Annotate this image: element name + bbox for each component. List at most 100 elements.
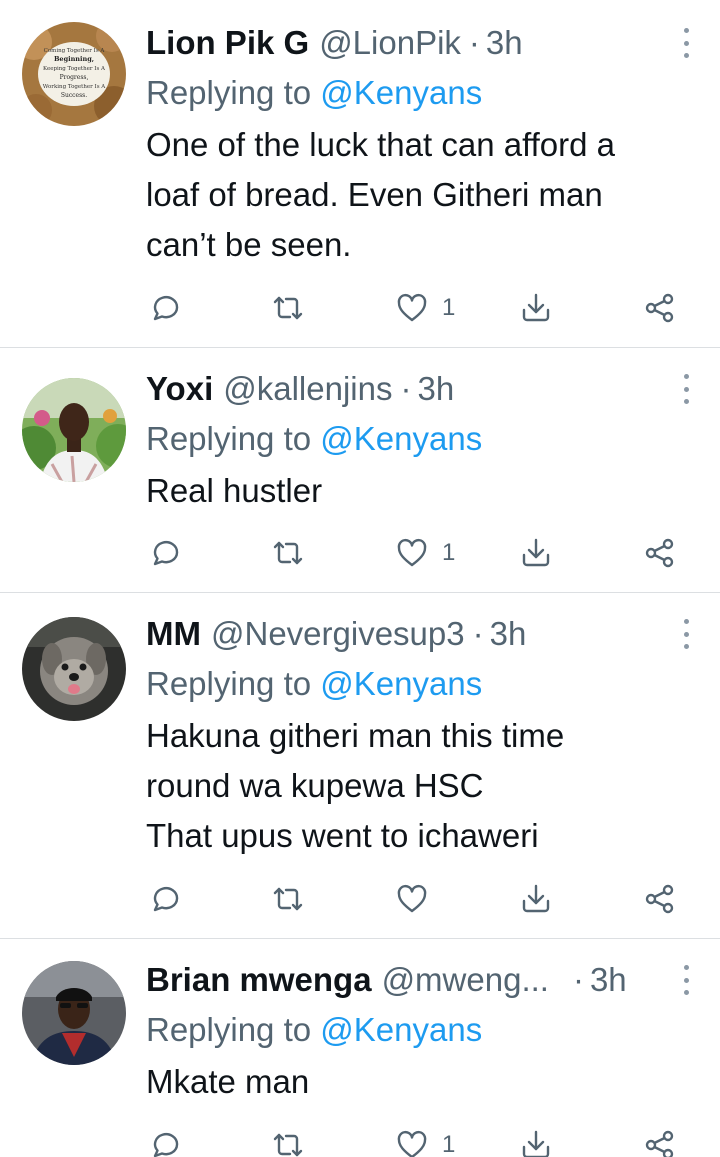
replying-to-mention[interactable]: @Kenyans bbox=[320, 1011, 482, 1048]
download-icon bbox=[522, 1130, 550, 1157]
tweet[interactable]: MM @Nevergivesup3 · 3h Replying to @Keny… bbox=[0, 593, 720, 939]
author-name[interactable]: Lion Pik G bbox=[146, 18, 309, 68]
download-icon bbox=[522, 884, 550, 913]
tweet-text: Real hustler bbox=[146, 472, 323, 509]
share-icon bbox=[645, 884, 674, 914]
download-icon bbox=[522, 293, 550, 322]
author-handle[interactable]: @kallenjins bbox=[223, 364, 392, 414]
tweet-content: MM @Nevergivesup3 · 3h Replying to @Keny… bbox=[146, 609, 690, 861]
reply-icon bbox=[153, 541, 179, 566]
replying-to-line: Replying to @Kenyans bbox=[146, 68, 690, 118]
reply-button[interactable] bbox=[148, 879, 180, 919]
avatar[interactable]: Coming Together Is A Beginning, Keeping … bbox=[22, 22, 126, 126]
separator-dot: · bbox=[468, 24, 480, 61]
share-icon bbox=[645, 1130, 674, 1157]
tweet-content: Yoxi @kallenjins · 3h Replying to @Kenya… bbox=[146, 364, 690, 516]
like-count: 1 bbox=[442, 1131, 456, 1157]
avatar-text-line: Beginning, bbox=[54, 55, 94, 63]
share-button[interactable] bbox=[644, 288, 676, 328]
tweet-actions: 1 bbox=[146, 1125, 720, 1157]
tweet-text: Hakuna githeri man this time round wa ku… bbox=[146, 717, 565, 854]
tweet-actions: 1 bbox=[146, 533, 720, 573]
tweet-text: One of the luck that can afford a loaf o… bbox=[146, 126, 616, 263]
avatar-text-line: Success. bbox=[61, 92, 87, 99]
avatar[interactable] bbox=[22, 378, 126, 482]
like-button[interactable]: 1 bbox=[396, 1125, 455, 1157]
tweet-time[interactable]: 3h bbox=[418, 364, 455, 414]
retweet-button[interactable] bbox=[272, 879, 304, 919]
avatar-text-line: Coming Together Is A bbox=[44, 48, 106, 54]
download-icon bbox=[522, 538, 550, 567]
retweet-icon bbox=[273, 1133, 303, 1157]
author-handle[interactable]: @mweng... bbox=[382, 955, 549, 1005]
author-handle[interactable]: @Nevergivesup3 bbox=[211, 609, 465, 659]
replying-to-mention[interactable]: @Kenyans bbox=[320, 420, 482, 457]
like-button[interactable]: 1 bbox=[396, 288, 455, 328]
author-handle[interactable]: @LionPik bbox=[319, 18, 461, 68]
retweet-button[interactable] bbox=[272, 288, 304, 328]
retweet-button[interactable] bbox=[272, 533, 304, 573]
author-name[interactable]: Brian mwenga bbox=[146, 955, 372, 1005]
tweet-time[interactable]: 3h bbox=[490, 609, 527, 659]
reply-button[interactable] bbox=[148, 1125, 180, 1157]
more-vertical-icon[interactable] bbox=[676, 374, 696, 404]
reply-icon bbox=[153, 887, 179, 912]
tweet-header: MM @Nevergivesup3 · 3h bbox=[146, 609, 690, 659]
tweet-content: Brian mwenga @mweng... · 3h Replying to … bbox=[146, 955, 690, 1107]
share-button[interactable] bbox=[644, 1125, 676, 1157]
download-button[interactable] bbox=[520, 533, 552, 573]
tweet-header: Yoxi @kallenjins · 3h bbox=[146, 364, 690, 414]
tweet-feed: Coming Together Is A Beginning, Keeping … bbox=[0, 0, 720, 1157]
heart-icon bbox=[397, 884, 427, 913]
retweet-button[interactable] bbox=[272, 1125, 304, 1157]
avatar-text-line: Keeping Together Is A bbox=[43, 66, 106, 72]
tweet-content: Lion Pik G @LionPik · 3h Replying to @Ke… bbox=[146, 18, 690, 270]
replying-to-label: Replying to bbox=[146, 74, 312, 111]
download-button[interactable] bbox=[520, 879, 552, 919]
separator-dot: · bbox=[472, 615, 484, 652]
replying-to-mention[interactable]: @Kenyans bbox=[320, 74, 482, 111]
heart-icon bbox=[397, 538, 427, 567]
avatar-text-line: Progress, bbox=[60, 74, 89, 81]
author-name[interactable]: Yoxi bbox=[146, 364, 213, 414]
replying-to-label: Replying to bbox=[146, 665, 312, 702]
retweet-icon bbox=[273, 887, 303, 911]
more-vertical-icon[interactable] bbox=[676, 619, 696, 649]
author-name[interactable]: MM bbox=[146, 609, 201, 659]
download-button[interactable] bbox=[520, 1125, 552, 1157]
tweet[interactable]: Yoxi @kallenjins · 3h Replying to @Kenya… bbox=[0, 348, 720, 593]
like-button[interactable]: 1 bbox=[396, 533, 455, 573]
separator-dot: · bbox=[572, 961, 584, 998]
like-count: 1 bbox=[442, 539, 456, 566]
more-vertical-icon[interactable] bbox=[676, 28, 696, 58]
replying-to-label: Replying to bbox=[146, 1011, 312, 1048]
separator-dot: · bbox=[400, 370, 412, 407]
replying-to-label: Replying to bbox=[146, 420, 312, 457]
like-count: 1 bbox=[442, 294, 456, 321]
replying-to-line: Replying to @Kenyans bbox=[146, 414, 690, 464]
tweet[interactable]: Coming Together Is A Beginning, Keeping … bbox=[0, 0, 720, 348]
avatar[interactable] bbox=[22, 961, 126, 1065]
replying-to-line: Replying to @Kenyans bbox=[146, 659, 690, 709]
share-button[interactable] bbox=[644, 533, 676, 573]
reply-button[interactable] bbox=[148, 533, 180, 573]
avatar[interactable] bbox=[22, 617, 126, 721]
reply-button[interactable] bbox=[148, 288, 180, 328]
retweet-icon bbox=[273, 296, 303, 320]
more-vertical-icon[interactable] bbox=[676, 965, 696, 995]
tweet-time[interactable]: 3h bbox=[590, 955, 627, 1005]
tweet[interactable]: Brian mwenga @mweng... · 3h Replying to … bbox=[0, 939, 720, 1157]
tweet-text: Mkate man bbox=[146, 1063, 310, 1100]
tweet-header: Brian mwenga @mweng... · 3h bbox=[146, 955, 690, 1005]
reply-icon bbox=[153, 296, 179, 321]
share-icon bbox=[645, 293, 674, 323]
download-button[interactable] bbox=[520, 288, 552, 328]
tweet-actions bbox=[146, 879, 720, 919]
replying-to-mention[interactable]: @Kenyans bbox=[320, 665, 482, 702]
retweet-icon bbox=[273, 541, 303, 565]
like-button[interactable] bbox=[396, 879, 442, 919]
replying-to-line: Replying to @Kenyans bbox=[146, 1005, 690, 1055]
tweet-time[interactable]: 3h bbox=[486, 18, 523, 68]
share-icon bbox=[645, 538, 674, 568]
share-button[interactable] bbox=[644, 879, 676, 919]
